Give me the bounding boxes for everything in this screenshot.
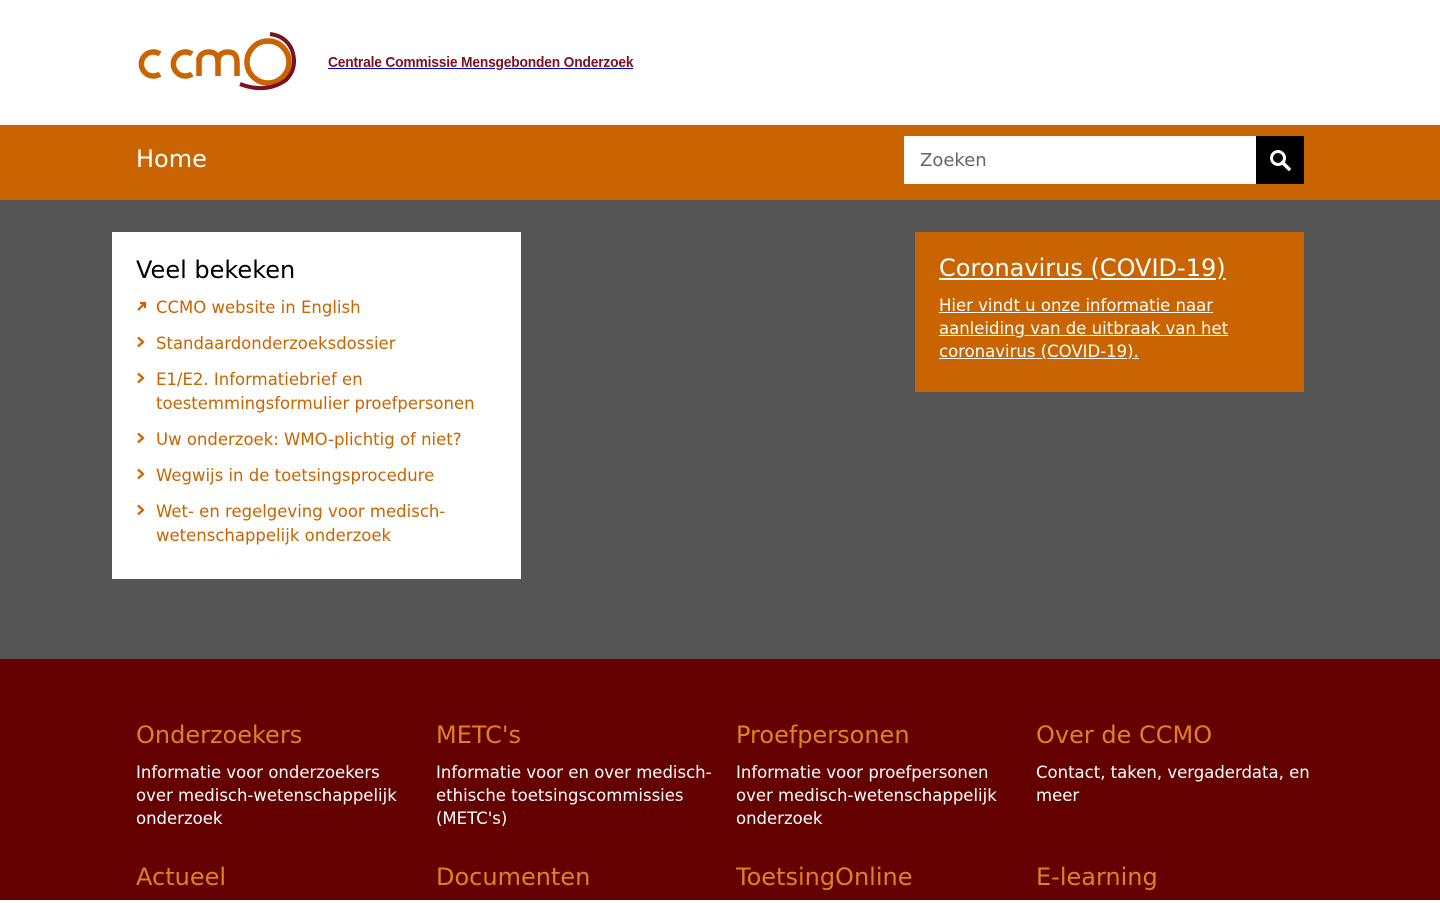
footer-text: Informatie voor onderzoekers over medisc… — [136, 763, 397, 828]
covid-text: Hier vindt u onze informatie naar aanlei… — [939, 294, 1280, 363]
chevron-right-icon — [136, 428, 156, 452]
footer-col-toetsingonline: ToetsingOnline — [736, 863, 1016, 903]
search-icon — [1270, 150, 1291, 171]
footer-text: Contact, taken, vergaderdata, en meer — [1036, 763, 1310, 805]
footer-heading: Actueel — [136, 863, 416, 891]
footer-text: Informatie voor proefpersonen over medis… — [736, 763, 997, 828]
popular-link-informatiebrief[interactable]: E1/E2. Informatiebrief en toestemmingsfo… — [156, 368, 497, 416]
footer-heading: ToetsingOnline — [736, 863, 1016, 891]
search-form — [904, 136, 1304, 184]
site-footer: Onderzoekers Informatie voor onderzoeker… — [0, 659, 1440, 900]
list-item: Wet- en regelgeving voor medisch-wetensc… — [136, 500, 497, 548]
popular-link-wmo[interactable]: Uw onderzoek: WMO-plichtig of niet? — [156, 428, 462, 452]
footer-heading: Documenten — [436, 863, 716, 891]
popular-link-regelgeving[interactable]: Wet- en regelgeving voor medisch-wetensc… — [156, 500, 497, 548]
search-button[interactable] — [1256, 136, 1304, 184]
search-input[interactable] — [904, 136, 1256, 184]
footer-col-actueel: Actueel — [136, 863, 416, 903]
footer-col-elearning: E-learning — [1036, 863, 1316, 903]
footer-col-metcs: METC's Informatie voor en over medisch-e… — [436, 721, 716, 830]
popular-list: CCMO website in English Standaardonderzo… — [136, 296, 497, 548]
covid-text-link[interactable]: Hier vindt u onze informatie naar aanlei… — [939, 296, 1228, 361]
list-item: Uw onderzoek: WMO-plichtig of niet? — [136, 428, 497, 452]
covid-title: Coronavirus (COVID-19) — [939, 254, 1280, 282]
popular-link-english[interactable]: CCMO website in English — [156, 296, 361, 320]
ccmo-logo[interactable]: Centrale Commissie Mensgebonden Onderzoe… — [136, 32, 660, 92]
list-item: Wegwijs in de toetsingsprocedure — [136, 464, 497, 488]
footer-link-metcs[interactable]: METC's — [436, 721, 521, 749]
footer-col-over-ccmo: Over de CCMO Contact, taken, vergaderdat… — [1036, 721, 1316, 807]
main-navbar: Home — [0, 125, 1440, 200]
footer-col-proefpersonen: Proefpersonen Informatie voor proefperso… — [736, 721, 1016, 830]
footer-heading: METC's — [436, 721, 716, 749]
footer-heading: E-learning — [1036, 863, 1316, 891]
footer-text: Informatie voor en over medisch-ethische… — [436, 763, 712, 828]
footer-heading: Proefpersonen — [736, 721, 1016, 749]
popular-link-wegwijs[interactable]: Wegwijs in de toetsingsprocedure — [156, 464, 434, 488]
list-item: CCMO website in English — [136, 296, 497, 320]
footer-link-documenten[interactable]: Documenten — [436, 863, 590, 891]
footer-link-onderzoekers[interactable]: Onderzoekers — [136, 721, 302, 749]
chevron-right-icon — [136, 332, 156, 356]
main-content: Veel bekeken CCMO website in English Sta… — [0, 200, 1440, 659]
site-header: Centrale Commissie Mensgebonden Onderzoe… — [0, 0, 1440, 125]
footer-col-onderzoekers: Onderzoekers Informatie voor onderzoeker… — [136, 721, 416, 830]
chevron-right-icon — [136, 500, 156, 524]
footer-link-over-ccmo[interactable]: Over de CCMO — [1036, 721, 1212, 749]
list-item: Standaardonderzoeksdossier — [136, 332, 497, 356]
footer-heading: Over de CCMO — [1036, 721, 1316, 749]
popular-title: Veel bekeken — [136, 256, 296, 284]
footer-link-actueel[interactable]: Actueel — [136, 863, 226, 891]
list-item: E1/E2. Informatiebrief en toestemmingsfo… — [136, 368, 497, 416]
covid-banner: Coronavirus (COVID-19) Hier vindt u onze… — [915, 232, 1304, 392]
popular-panel: Veel bekeken CCMO website in English Sta… — [112, 232, 521, 579]
nav-home-link[interactable]: Home — [136, 145, 207, 173]
logo-tagline: Centrale Commissie Mensgebonden Onderzoe… — [328, 53, 634, 71]
footer-link-proefpersonen[interactable]: Proefpersonen — [736, 721, 910, 749]
covid-title-link[interactable]: Coronavirus (COVID-19) — [939, 254, 1226, 282]
footer-col-documenten: Documenten — [436, 863, 716, 903]
external-arrow-icon — [136, 296, 156, 320]
chevron-right-icon — [136, 464, 156, 488]
footer-link-toetsingonline[interactable]: ToetsingOnline — [736, 863, 912, 891]
popular-link-dossier[interactable]: Standaardonderzoeksdossier — [156, 332, 395, 356]
footer-link-elearning[interactable]: E-learning — [1036, 863, 1158, 891]
ccmo-logo-mark — [138, 32, 296, 91]
chevron-right-icon — [136, 368, 156, 392]
footer-heading: Onderzoekers — [136, 721, 416, 749]
